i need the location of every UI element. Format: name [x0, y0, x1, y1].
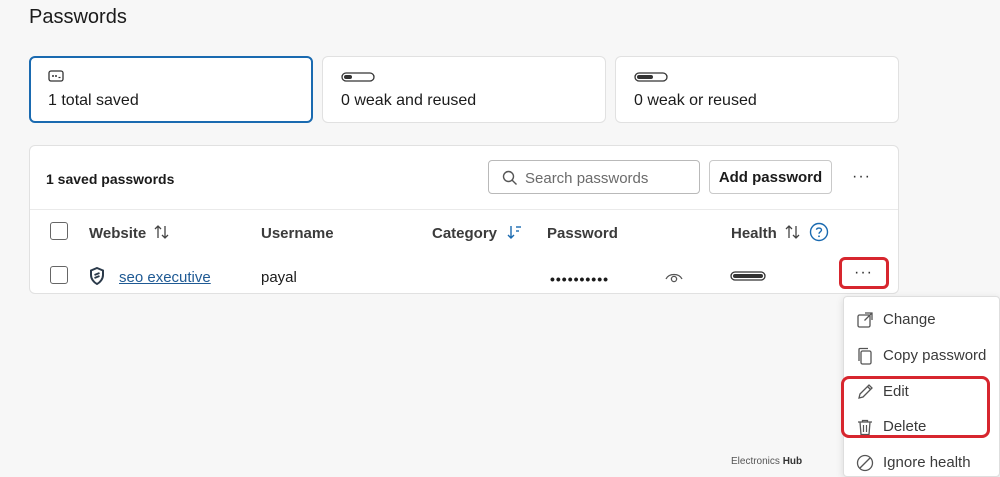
sort-descending-icon[interactable]	[506, 224, 522, 245]
row-more-options-button[interactable]: ···	[839, 257, 889, 289]
username-value: payal	[261, 269, 297, 286]
menu-item-copy-password[interactable]: Copy password	[844, 338, 1000, 372]
more-options-button[interactable]: ···	[852, 168, 871, 186]
stat-label: 0 weak or reused	[634, 92, 757, 109]
column-header-password: Password	[547, 225, 618, 242]
search-input[interactable]	[525, 168, 693, 188]
column-header-website[interactable]: Website	[89, 225, 146, 242]
stat-card-weak-and-reused[interactable]: 0 weak and reused	[322, 56, 606, 123]
search-box[interactable]	[488, 160, 700, 194]
add-password-button[interactable]: Add password	[709, 160, 832, 194]
password-card-icon	[48, 69, 64, 87]
strength-bar-icon	[341, 69, 375, 87]
menu-item-label: Copy password	[883, 347, 987, 364]
help-icon[interactable]	[809, 222, 829, 247]
menu-item-label: Ignore health	[883, 454, 971, 471]
website-link[interactable]: seo executive	[119, 269, 211, 286]
search-icon	[502, 170, 517, 185]
panel-title: 1 saved passwords	[46, 171, 175, 187]
health-bar-icon	[730, 268, 766, 286]
menu-item-label: Change	[883, 311, 936, 328]
divider	[30, 209, 898, 210]
column-header-category[interactable]: Category	[432, 225, 497, 242]
stat-label: 0 weak and reused	[341, 92, 477, 109]
column-header-health[interactable]: Health	[731, 225, 777, 242]
more-dots: ···	[854, 264, 873, 281]
stat-card-total-saved[interactable]: 1 total saved	[29, 56, 313, 123]
external-link-icon	[857, 312, 873, 328]
sort-icon[interactable]	[153, 224, 171, 245]
row-checkbox[interactable]	[50, 266, 68, 284]
column-header-username[interactable]: Username	[261, 225, 334, 242]
menu-item-ignore-health[interactable]: Ignore health	[844, 445, 1000, 477]
edit-delete-highlight	[841, 376, 990, 438]
stat-card-weak-or-reused[interactable]: 0 weak or reused	[615, 56, 899, 123]
block-icon	[856, 454, 874, 472]
watermark: Electronics Hub	[731, 456, 802, 467]
reveal-password-eye-icon[interactable]	[665, 270, 683, 289]
sort-icon[interactable]	[784, 224, 802, 245]
menu-item-change[interactable]: Change	[844, 302, 1000, 336]
strength-bar-icon	[634, 69, 668, 87]
stat-label: 1 total saved	[48, 92, 139, 109]
saved-passwords-panel: 1 saved passwords Add password ··· Websi…	[29, 145, 899, 294]
site-shield-icon	[89, 266, 105, 290]
select-all-checkbox[interactable]	[50, 222, 68, 240]
page-title: Passwords	[29, 6, 127, 28]
password-mask: ••••••••••	[550, 271, 610, 287]
copy-icon	[858, 347, 872, 365]
watermark-prefix: Electronics	[731, 456, 780, 467]
watermark-suffix: Hub	[782, 456, 803, 467]
